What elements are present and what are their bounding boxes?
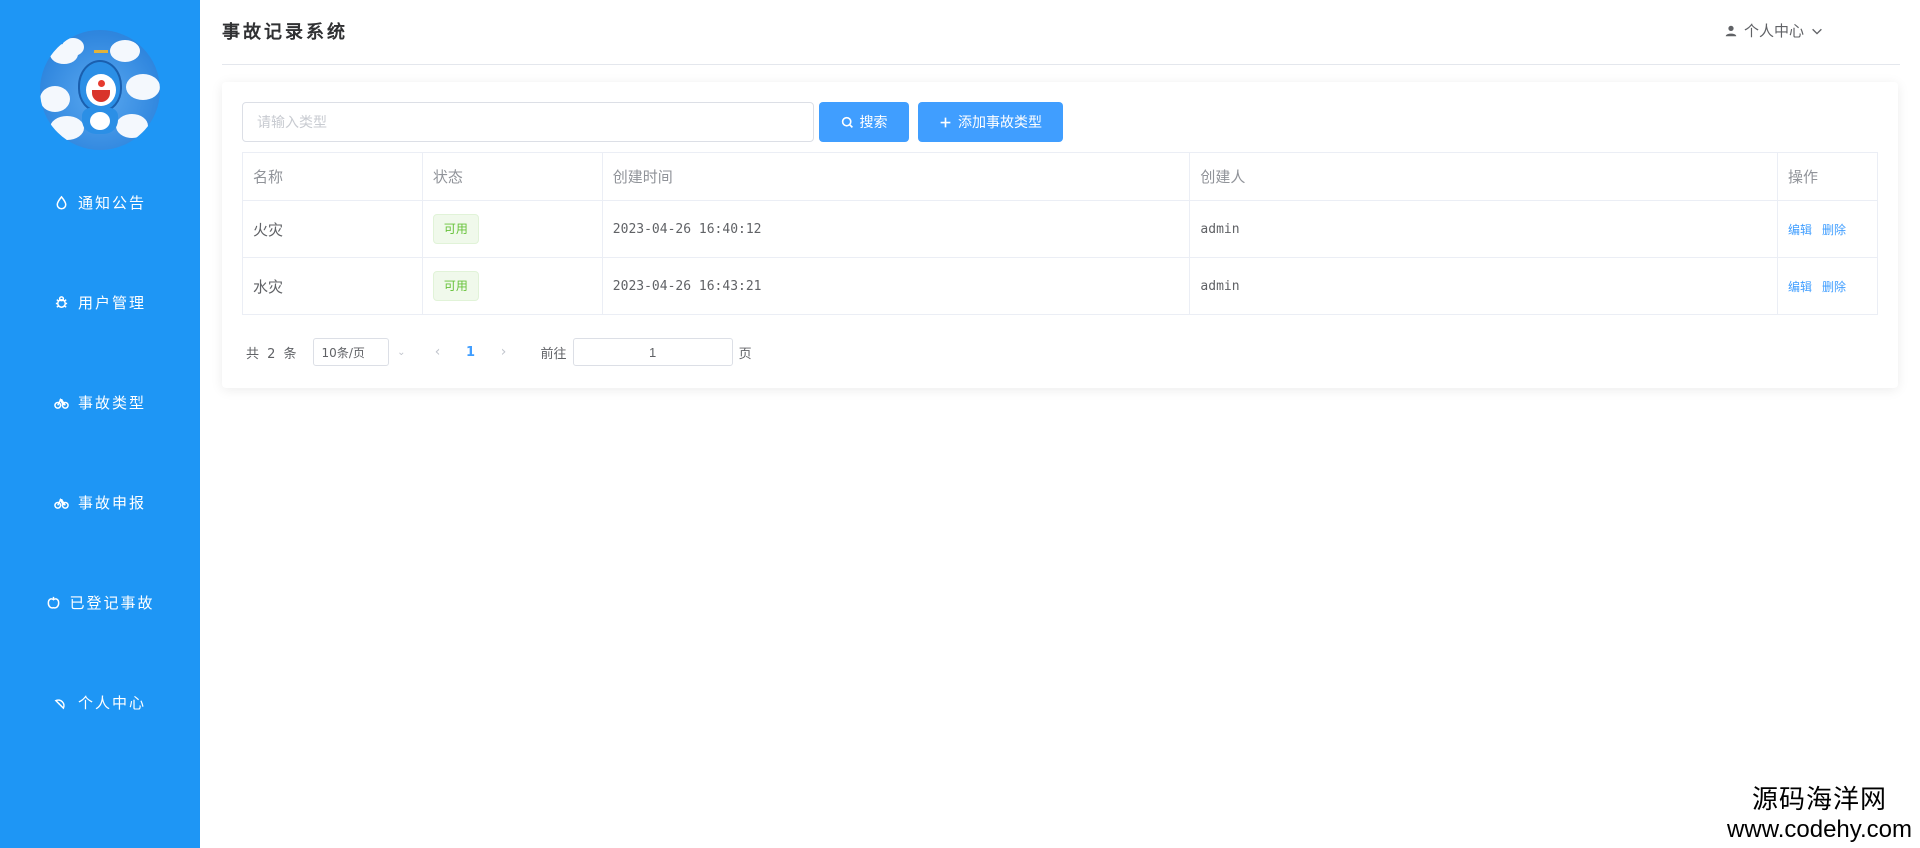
add-button-label: 添加事故类型 [958, 114, 1042, 130]
watermark-cn: 源码海洋网 [1752, 784, 1888, 814]
page-number-current[interactable]: 1 [451, 345, 491, 360]
table-row: 火灾 可用 2023-04-26 16:40:12 admin 编辑 删除 [242, 200, 1878, 258]
table-row: 水灾 可用 2023-04-26 16:43:21 admin 编辑 删除 [242, 257, 1878, 315]
bicycle-icon [54, 394, 70, 410]
pagination-total: 共 2 条 [246, 346, 299, 362]
sidebar-item-label: 事故类型 [77, 393, 146, 412]
search-input[interactable] [242, 102, 814, 142]
page-size-select[interactable]: 10条/页 ⌄ [312, 338, 406, 366]
sidebar-item-profile[interactable]: 个人中心 [0, 682, 200, 722]
drop-icon [54, 194, 70, 210]
edit-link[interactable]: 编辑 [1788, 223, 1812, 237]
status-badge: 可用 [432, 214, 479, 244]
page-jump-input[interactable] [572, 338, 733, 366]
prev-page-button[interactable]: ‹ [425, 344, 451, 360]
pagination: 共 2 条 10条/页 ⌄ ‹ 1 › 前往 页 [246, 337, 752, 367]
edit-link[interactable]: 编辑 [1788, 280, 1812, 294]
cell-actions: 编辑 删除 [1777, 200, 1878, 258]
status-badge: 可用 [432, 271, 479, 301]
sidebar-item-label: 已登记事故 [69, 593, 155, 612]
table-header-row: 名称 状态 创建时间 创建人 操作 [242, 152, 1878, 201]
plus-icon [940, 117, 951, 127]
sidebar-item-label: 用户管理 [77, 293, 146, 312]
search-icon [841, 116, 853, 128]
column-header-status: 状态 [421, 152, 603, 201]
cell-status: 可用 [421, 200, 603, 258]
watermelon-icon [54, 694, 70, 710]
cell-status: 可用 [421, 257, 603, 315]
bicycle-icon [54, 494, 70, 510]
chevron-down-icon: ⌄ [397, 347, 406, 358]
sidebar-item-accident-type[interactable]: 事故类型 [0, 382, 200, 422]
column-header-creator: 创建人 [1189, 152, 1779, 201]
user-icon [1725, 25, 1737, 36]
header-divider [222, 64, 1900, 65]
cell-creator: admin [1189, 200, 1779, 258]
column-header-actions: 操作 [1777, 152, 1878, 201]
watermark: 源码海洋网 www.codehy.com [1727, 779, 1912, 844]
cell-created-at: 2023-04-26 16:40:12 [601, 200, 1191, 258]
bug-icon [54, 294, 70, 310]
accident-type-table: 名称 状态 创建时间 创建人 操作 火灾 可用 2023-04-26 16:40… [242, 152, 1878, 315]
cell-creator: admin [1189, 257, 1779, 315]
delete-link[interactable]: 删除 [1822, 280, 1846, 294]
sidebar-item-accident-report[interactable]: 事故申报 [0, 482, 200, 522]
sidebar-item-label: 个人中心 [77, 693, 146, 712]
cell-created-at: 2023-04-26 16:43:21 [601, 257, 1191, 315]
column-header-name: 名称 [242, 152, 423, 201]
sidebar-item-label: 通知公告 [77, 193, 146, 212]
search-button-label: 搜索 [859, 114, 888, 130]
cell-name: 火灾 [242, 200, 423, 258]
goto-label: 前往 [540, 346, 567, 362]
app-title: 事故记录系统 [222, 22, 348, 43]
user-center-label: 个人中心 [1744, 22, 1805, 40]
column-header-created-at: 创建时间 [601, 152, 1191, 201]
content-card: 搜索 添加事故类型 名称 状态 创建时间 创建人 操作 火灾 可用 2023-0… [222, 82, 1898, 388]
cell-actions: 编辑 删除 [1777, 257, 1878, 315]
sidebar-item-notice[interactable]: 通知公告 [0, 182, 200, 222]
page-suffix: 页 [738, 346, 752, 362]
page-size-value: 10条/页 [321, 345, 365, 360]
sidebar-item-label: 事故申报 [77, 493, 146, 512]
search-button[interactable]: 搜索 [819, 102, 909, 142]
next-page-button[interactable]: › [491, 344, 517, 360]
chevron-down-icon [1812, 28, 1822, 35]
apple-icon [45, 594, 61, 610]
sidebar-item-users[interactable]: 用户管理 [0, 282, 200, 322]
cell-name: 水灾 [242, 257, 423, 315]
avatar[interactable] [40, 30, 160, 150]
watermark-en: www.codehy.com [1727, 816, 1912, 843]
add-accident-type-button[interactable]: 添加事故类型 [918, 102, 1063, 142]
user-center-dropdown[interactable]: 个人中心 [1724, 20, 1824, 41]
delete-link[interactable]: 删除 [1822, 223, 1846, 237]
sidebar: 通知公告 用户管理 事故类型 事故申报 已登记事故 个人中心 [0, 0, 200, 848]
sidebar-item-registered[interactable]: 已登记事故 [0, 582, 200, 622]
